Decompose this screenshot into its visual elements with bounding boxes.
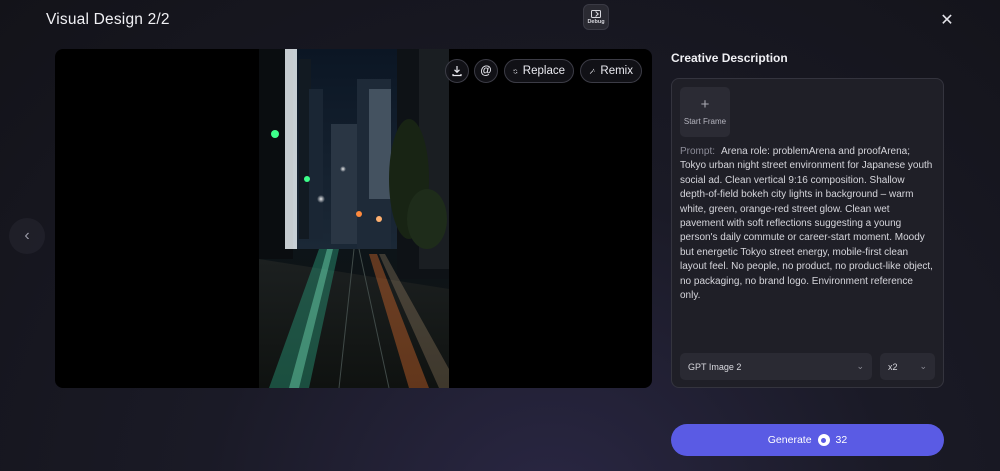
start-frame-label: Start Frame <box>683 117 727 126</box>
terminal-icon <box>591 9 601 18</box>
debug-button[interactable]: Debug <box>583 4 609 30</box>
chevron-down-icon: ⌄ <box>919 361 927 371</box>
generate-label: Generate <box>767 434 812 446</box>
at-sign-icon: @ <box>480 65 492 77</box>
preview-image <box>259 49 449 388</box>
tokyo-night-street-image <box>259 49 449 388</box>
image-count-value: x2 <box>888 361 898 372</box>
credit-count: 32 <box>835 434 848 446</box>
debug-label: Debug <box>587 18 605 25</box>
prompt-textarea[interactable]: Prompt: Arena role: problemArena and proo… <box>680 145 935 303</box>
prompt-label: Prompt: <box>680 146 716 157</box>
generate-button[interactable]: Generate 32 <box>671 424 944 456</box>
refresh-icon <box>513 68 518 74</box>
previous-button[interactable]: ‹ <box>9 218 45 254</box>
credit-icon <box>817 434 830 446</box>
magic-wand-icon <box>589 68 595 74</box>
image-count-select[interactable]: x2 ⌄ <box>880 353 935 380</box>
creative-description-title: Creative Description <box>671 51 788 65</box>
model-select[interactable]: GPT Image 2 ⌄ <box>680 353 872 380</box>
close-button[interactable]: ✕ <box>938 11 956 29</box>
replace-button[interactable]: Replace <box>504 59 574 83</box>
model-select-value: GPT Image 2 <box>688 361 742 372</box>
replace-label: Replace <box>522 65 565 77</box>
remix-button[interactable]: Remix <box>580 59 642 83</box>
creative-description-panel: + Start Frame Prompt: Arena role: problem… <box>671 78 944 388</box>
mention-button[interactable]: @ <box>474 59 498 83</box>
plus-icon: + <box>700 96 710 113</box>
remix-label: Remix <box>600 65 633 77</box>
start-frame-button[interactable]: + Start Frame <box>680 87 730 137</box>
chevron-left-icon: ‹ <box>24 227 30 244</box>
download-icon <box>452 66 462 77</box>
image-preview: @ Replace Remix <box>55 49 652 388</box>
chevron-down-icon: ⌄ <box>856 361 864 371</box>
modal-title: Visual Design 2/2 <box>46 11 170 28</box>
download-button[interactable] <box>445 59 469 83</box>
close-icon: ✕ <box>940 12 954 29</box>
prompt-text: Arena role: problemArena and proofArena;… <box>680 146 933 302</box>
